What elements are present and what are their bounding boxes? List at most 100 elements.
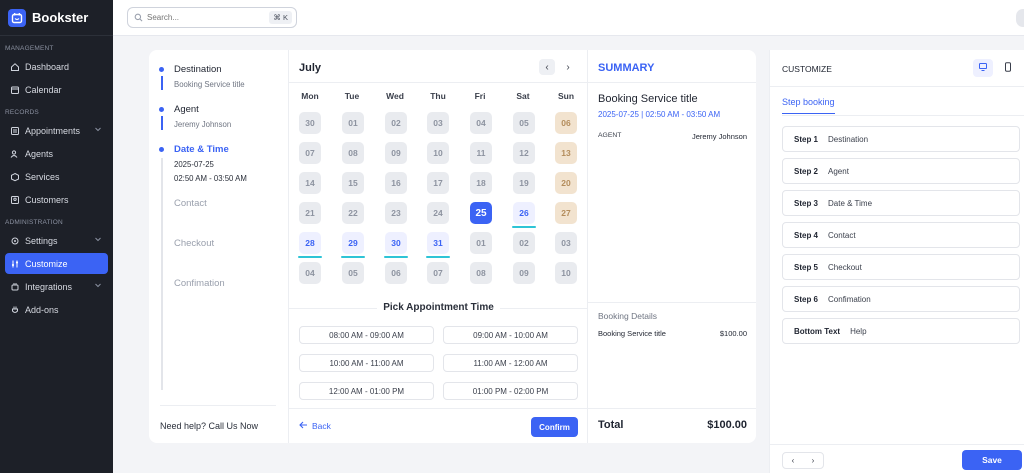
customize-row-step-5[interactable]: Step 5 Checkout [782, 254, 1020, 280]
time-slot[interactable]: 10:00 AM - 11:00 AM [299, 354, 434, 372]
sidebar-item-dashboard[interactable]: Dashboard [5, 56, 108, 77]
sidebar-item-customize[interactable]: Customize [5, 253, 108, 274]
time-slot[interactable]: 09:00 AM - 10:00 AM [443, 326, 578, 344]
row-key: Step 2 [794, 166, 819, 176]
calendar-icon [9, 84, 20, 95]
brand[interactable]: Bookster [0, 0, 113, 36]
pager: ‹ › [782, 452, 824, 469]
sidebar-item-customers[interactable]: Customers [5, 189, 108, 210]
calendar-day[interactable]: 13 [555, 142, 577, 164]
sidebar-item-label: Agents [25, 148, 54, 159]
calendar-day[interactable]: 09 [513, 262, 535, 284]
total-label: Total [598, 419, 624, 431]
sidebar-item-services[interactable]: Services [5, 166, 108, 187]
calendar-day[interactable]: 06 [555, 112, 577, 134]
calendar-day[interactable]: 11 [470, 142, 492, 164]
sidebar-item-agents[interactable]: Agents [5, 143, 108, 164]
calendar-day[interactable]: 14 [299, 172, 321, 194]
row-value: Confimation [828, 294, 871, 304]
calendar-day[interactable]: 10 [555, 262, 577, 284]
calendar-day[interactable]: 04 [299, 262, 321, 284]
calendar-day[interactable]: 19 [513, 172, 535, 194]
customize-title: CUSTOMIZE [782, 64, 832, 74]
time-slot[interactable]: 08:00 AM - 09:00 AM [299, 326, 434, 344]
calendar-day[interactable]: 29 [341, 232, 365, 258]
search-input[interactable] [147, 13, 247, 22]
calendar-day[interactable]: 26 [512, 202, 536, 228]
calendar-day[interactable]: 01 [470, 232, 492, 254]
summary-title: SUMMARY [598, 62, 655, 74]
total-value: $100.00 [707, 419, 747, 431]
calendar-day[interactable]: 03 [427, 112, 449, 134]
help-text[interactable]: Need help? Call Us Now [160, 421, 258, 431]
calendar-day[interactable]: 09 [385, 142, 407, 164]
calendar-day[interactable]: 02 [385, 112, 407, 134]
pick-time-title: Pick Appointment Time [289, 302, 588, 313]
calendar-day[interactable]: 08 [470, 262, 492, 284]
back-button[interactable]: Back [299, 421, 331, 431]
pager-next-button[interactable]: › [803, 453, 823, 468]
mobile-preview-button[interactable] [998, 59, 1018, 77]
search-box[interactable]: ⌘ K [127, 7, 297, 28]
sidebar-item-label: Services [25, 171, 60, 182]
time-slot[interactable]: 01:00 PM - 02:00 PM [443, 382, 578, 400]
calendar-day[interactable]: 02 [513, 232, 535, 254]
weekday-label: Thu [430, 91, 446, 101]
step-value: Booking Service title [174, 80, 245, 89]
customize-row-step-6[interactable]: Step 6 Confimation [782, 286, 1020, 312]
calendar-day[interactable]: 24 [427, 202, 449, 224]
calendar-day[interactable]: 31 [426, 232, 450, 258]
step-value: 2025-07-25 [174, 160, 214, 169]
calendar-day[interactable]: 03 [555, 232, 577, 254]
sidebar-item-appointments[interactable]: Appointments [5, 120, 108, 141]
gear-icon [9, 235, 20, 246]
service-title: Booking Service title [598, 93, 698, 105]
calendar-day[interactable]: 16 [385, 172, 407, 194]
row-key: Step 3 [794, 198, 819, 208]
time-slot[interactable]: 12:00 AM - 01:00 PM [299, 382, 434, 400]
calendar-day[interactable]: 12 [513, 142, 535, 164]
next-month-button[interactable]: › [560, 59, 576, 75]
sidebar-item-calendar[interactable]: Calendar [5, 79, 108, 100]
customize-row-step-3[interactable]: Step 3 Date & Time [782, 190, 1020, 216]
tab-step-booking[interactable]: Step booking [782, 97, 835, 114]
customize-row-step-1[interactable]: Step 1 Destination [782, 126, 1020, 152]
sidebar-item-integrations[interactable]: Integrations [5, 276, 108, 297]
calendar-day[interactable]: 06 [385, 262, 407, 284]
calendar-day[interactable]: 15 [342, 172, 364, 194]
calendar-day[interactable]: 04 [470, 112, 492, 134]
time-slot[interactable]: 11:00 AM - 12:00 AM [443, 354, 578, 372]
calendar-day[interactable]: 23 [385, 202, 407, 224]
calendar-day[interactable]: 05 [513, 112, 535, 134]
customize-row-bottom-text[interactable]: Bottom Text Help [782, 318, 1020, 344]
avatar[interactable] [1016, 9, 1024, 27]
calendar-day[interactable]: 07 [427, 262, 449, 284]
calendar-day[interactable]: 05 [342, 262, 364, 284]
calendar-day[interactable]: 27 [555, 202, 577, 224]
customize-row-step-4[interactable]: Step 4 Contact [782, 222, 1020, 248]
calendar-day[interactable]: 17 [427, 172, 449, 194]
sidebar-item-settings[interactable]: Settings [5, 230, 108, 251]
calendar-day[interactable]: 28 [298, 232, 322, 258]
calendar-day[interactable]: 30 [299, 112, 321, 134]
calendar-day[interactable]: 21 [299, 202, 321, 224]
calendar-day[interactable]: 01 [342, 112, 364, 134]
section-records: RECORDS [5, 109, 39, 116]
calendar-day[interactable]: 07 [299, 142, 321, 164]
calendar-day[interactable]: 22 [342, 202, 364, 224]
sidebar-item-addons[interactable]: Add-ons [5, 299, 108, 320]
desktop-preview-button[interactable] [973, 59, 993, 77]
calendar-day[interactable]: 10 [427, 142, 449, 164]
confirm-button[interactable]: Confirm [531, 417, 578, 437]
chevron-left-icon: ‹ [545, 61, 549, 73]
calendar-day[interactable]: 25 [470, 202, 492, 224]
prev-month-button[interactable]: ‹ [539, 59, 555, 75]
back-label: Back [312, 421, 331, 431]
calendar-day[interactable]: 08 [342, 142, 364, 164]
customize-row-step-2[interactable]: Step 2 Agent [782, 158, 1020, 184]
calendar-day[interactable]: 20 [555, 172, 577, 194]
calendar-day[interactable]: 18 [470, 172, 492, 194]
save-button[interactable]: Save [962, 450, 1022, 470]
pager-prev-button[interactable]: ‹ [783, 453, 803, 468]
calendar-day[interactable]: 30 [384, 232, 408, 258]
